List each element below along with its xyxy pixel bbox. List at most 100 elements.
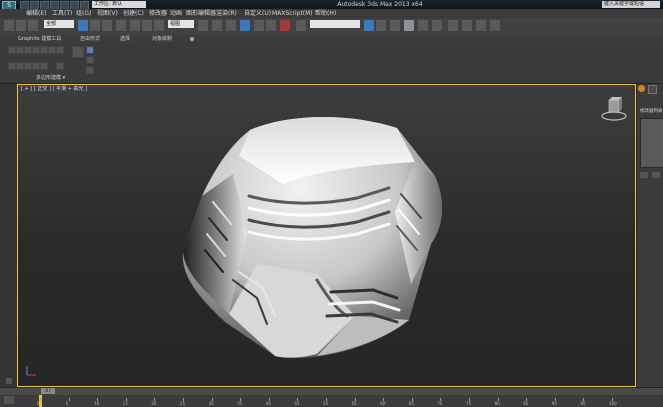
pin-stack-icon[interactable] <box>640 172 648 178</box>
menu-help[interactable]: 帮助(H) <box>315 9 336 18</box>
menu-views[interactable]: 视图(V) <box>97 9 118 18</box>
percent-snap-icon[interactable] <box>266 20 276 31</box>
maxscript-listener-icon[interactable] <box>6 378 12 384</box>
track-tick-label: 60 <box>380 401 386 406</box>
dodecahedron-object[interactable] <box>17 84 636 387</box>
selection-mode-icon[interactable] <box>86 46 94 54</box>
track-tick-label: 100 <box>609 401 617 406</box>
curve-editor-icon[interactable] <box>418 20 428 31</box>
ribbon-tab-selection[interactable]: 选择 <box>120 35 130 43</box>
poly-tool-icon-5[interactable] <box>40 46 48 54</box>
pivot-center-icon[interactable] <box>198 20 208 31</box>
selection-filter-dropdown[interactable]: 全部 <box>44 20 74 28</box>
edit-named-selection-icon[interactable] <box>296 20 306 31</box>
element-mode-icon[interactable] <box>40 62 48 70</box>
ribbon-toggle-icon[interactable] <box>190 37 194 41</box>
edge-mode-icon[interactable] <box>16 62 24 70</box>
track-tick-label: 95 <box>580 401 586 406</box>
track-tick-label: 80 <box>494 401 500 406</box>
bind-space-warp-icon[interactable] <box>28 20 38 31</box>
select-link-icon[interactable] <box>4 20 14 31</box>
select-object-icon[interactable] <box>78 20 88 31</box>
snap-toggle-icon[interactable] <box>240 20 250 31</box>
mirror-icon[interactable] <box>364 20 374 31</box>
track-tick-label: 10 <box>94 401 100 406</box>
rotate-icon[interactable] <box>142 20 152 31</box>
reference-coord-dropdown[interactable]: 视图 <box>168 20 194 28</box>
ribbon-tab-object-paint[interactable]: 对象绘制 <box>152 35 172 43</box>
viewcube-icon[interactable] <box>600 96 628 122</box>
show-end-result-icon[interactable] <box>652 172 660 178</box>
menu-group[interactable]: 组(G) <box>76 9 91 18</box>
schematic-view-icon[interactable] <box>432 20 442 31</box>
menu-create[interactable]: 创建(C) <box>123 9 144 18</box>
track-tick-label: 75 <box>466 401 472 406</box>
track-tick-label: 5 <box>65 401 69 406</box>
track-tick-label: 85 <box>523 401 529 406</box>
material-editor-icon[interactable] <box>448 20 458 31</box>
poly-tool-icon-1[interactable] <box>8 46 16 54</box>
ribbon-small-icon-1[interactable] <box>86 56 94 64</box>
create-tab-icon[interactable] <box>638 85 645 92</box>
menu-animation[interactable]: 动画 <box>170 9 182 18</box>
select-manipulate-icon[interactable] <box>212 20 222 31</box>
menu-modifiers[interactable]: 修改器 <box>149 9 167 18</box>
world-axis-icon <box>26 366 36 376</box>
left-viewport-strip <box>0 84 18 387</box>
menu-maxscript[interactable]: MAXScript(M) <box>272 9 313 18</box>
select-by-name-icon[interactable] <box>90 20 100 31</box>
poly-tool-icon-6[interactable] <box>48 46 56 54</box>
vertex-mode-icon[interactable] <box>8 62 16 70</box>
unlink-icon[interactable] <box>16 20 26 31</box>
border-mode-icon[interactable] <box>24 62 32 70</box>
track-tick <box>68 398 70 401</box>
menu-edit[interactable]: 编辑(E) <box>26 9 46 18</box>
model-tools-icon[interactable] <box>72 46 84 58</box>
angle-snap-icon[interactable] <box>254 20 264 31</box>
window-crossing-icon[interactable] <box>116 20 126 31</box>
track-tick-label: 35 <box>237 401 243 406</box>
track-tick-label: 15 <box>122 401 128 406</box>
named-selection-dropdown[interactable] <box>310 20 360 28</box>
poly-tool-icon-4[interactable] <box>32 46 40 54</box>
track-tick-label: 55 <box>351 401 357 406</box>
scale-icon[interactable] <box>154 20 164 31</box>
help-search-input[interactable]: 键入关键字或短语 <box>602 1 660 8</box>
align-icon[interactable] <box>376 20 386 31</box>
ribbon-tab-graphite[interactable]: Graphite 建模工具 <box>18 35 61 43</box>
menu-customize[interactable]: 自定义(U) <box>244 9 271 18</box>
polygon-modeling-panel-label[interactable]: 多边形建模 ▾ <box>36 75 65 82</box>
track-bar[interactable] <box>0 395 663 407</box>
time-slider-handle[interactable]: 0 / 100 <box>41 388 55 399</box>
modify-tab-icon[interactable] <box>648 85 657 94</box>
rendered-frame-icon[interactable] <box>476 20 486 31</box>
rect-selection-icon[interactable] <box>102 20 112 31</box>
track-tick-label: 0 <box>37 401 40 406</box>
ribbon-tab-freeform[interactable]: 自由形式 <box>80 35 100 43</box>
ribbon-small-icon-2[interactable] <box>86 66 94 74</box>
menu-graph-editors[interactable]: 图形编辑器 <box>186 9 216 18</box>
poly-tool-icon-2[interactable] <box>16 46 24 54</box>
mini-curve-editor-icon[interactable] <box>4 396 14 404</box>
ribbon-panel <box>0 43 663 84</box>
spinner-snap-icon[interactable] <box>280 20 290 31</box>
render-production-icon[interactable] <box>490 20 500 31</box>
polygon-mode-icon[interactable] <box>32 62 40 70</box>
poly-tool-icon-7[interactable] <box>56 46 64 54</box>
poly-tool-icon-3[interactable] <box>24 46 32 54</box>
track-tick-label: 90 <box>551 401 557 406</box>
track-tick-label: 65 <box>408 401 414 406</box>
workspace-dropdown[interactable]: 工作区: 默认 <box>92 1 146 8</box>
track-tick-label: 50 <box>323 401 329 406</box>
layer-manager-icon[interactable] <box>390 20 400 31</box>
move-icon[interactable] <box>130 20 140 31</box>
modify-mode-icon[interactable] <box>56 62 64 70</box>
render-setup-icon[interactable] <box>462 20 472 31</box>
modifier-list-label[interactable]: 修改器列表 <box>640 108 663 116</box>
graphite-toggle-icon[interactable] <box>404 20 414 31</box>
modifier-stack-list[interactable] <box>640 118 663 168</box>
menu-tools[interactable]: 工具(T) <box>52 9 72 18</box>
menu-rendering[interactable]: 渲染(R) <box>216 9 237 18</box>
keyboard-shortcut-icon[interactable] <box>226 20 236 31</box>
track-tick-label: 40 <box>265 401 271 406</box>
